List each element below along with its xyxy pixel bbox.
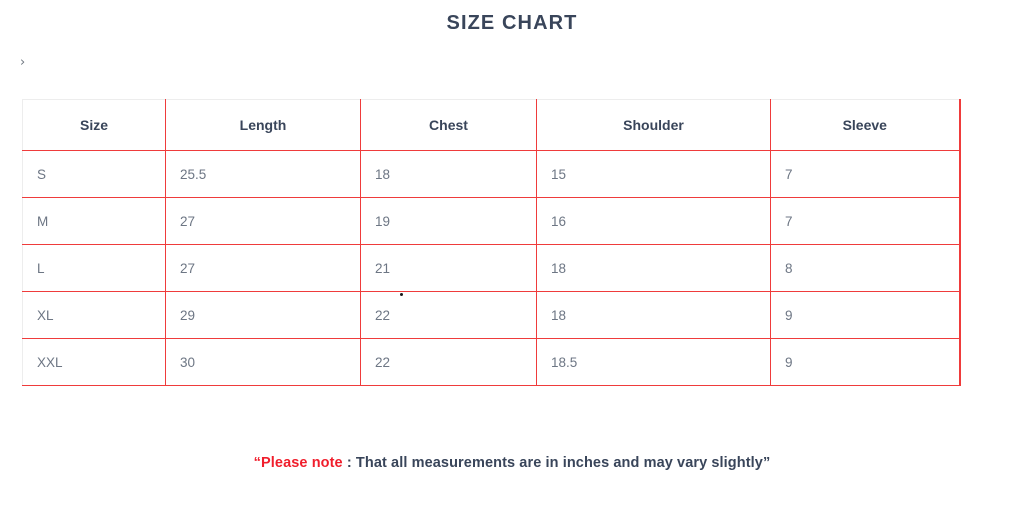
page-title: SIZE CHART <box>446 12 578 34</box>
cell-size: S <box>22 150 166 198</box>
table-row: XL 29 22 18 9 <box>22 291 961 339</box>
cell-chest: 22 <box>360 338 537 386</box>
cell-size: XXL <box>22 338 166 386</box>
cell-sleeve: 9 <box>770 338 961 386</box>
column-header-size: Size <box>22 99 166 151</box>
cell-sleeve: 8 <box>770 244 961 292</box>
cell-length: 27 <box>165 244 361 292</box>
cell-sleeve: 9 <box>770 291 961 339</box>
size-chart-page: SIZE CHART › Size Length Chest Shoulder … <box>0 0 1024 505</box>
cell-length: 30 <box>165 338 361 386</box>
note-emphasis: Please note <box>261 455 343 471</box>
note-body: : That all measurements are in inches an… <box>342 455 763 471</box>
cell-size: M <box>22 197 166 245</box>
cell-chest: 19 <box>360 197 537 245</box>
note-close-quote: ” <box>762 455 771 471</box>
cell-shoulder: 18 <box>536 244 771 292</box>
cell-chest: 18 <box>360 150 537 198</box>
column-header-sleeve: Sleeve <box>770 99 961 151</box>
size-chart-table: Size Length Chest Shoulder Sleeve S 25.5… <box>22 99 961 386</box>
cursor-pointer-dot <box>400 293 403 296</box>
table-row: S 25.5 18 15 7 <box>22 150 961 198</box>
chevron-right-icon[interactable]: › <box>20 56 25 69</box>
note-open-quote: “ <box>253 455 262 471</box>
table-row: XXL 30 22 18.5 9 <box>22 338 961 386</box>
cell-shoulder: 18.5 <box>536 338 771 386</box>
cell-length: 29 <box>165 291 361 339</box>
cell-length: 25.5 <box>165 150 361 198</box>
cell-shoulder: 18 <box>536 291 771 339</box>
cell-size: XL <box>22 291 166 339</box>
measurement-note: “Please note : That all measurements are… <box>0 455 1024 471</box>
table-row: M 27 19 16 7 <box>22 197 961 245</box>
table-body: S 25.5 18 15 7 M 27 19 16 7 L 27 21 18 8… <box>22 150 961 386</box>
column-header-chest: Chest <box>360 99 537 151</box>
cell-shoulder: 15 <box>536 150 771 198</box>
cell-size: L <box>22 244 166 292</box>
column-header-length: Length <box>165 99 361 151</box>
table-header: Size Length Chest Shoulder Sleeve <box>22 99 961 151</box>
cell-chest: 22 <box>360 291 537 339</box>
column-header-shoulder: Shoulder <box>536 99 771 151</box>
table-header-row: Size Length Chest Shoulder Sleeve <box>22 99 961 151</box>
cell-sleeve: 7 <box>770 197 961 245</box>
cell-chest: 21 <box>360 244 537 292</box>
table-row: L 27 21 18 8 <box>22 244 961 292</box>
cell-shoulder: 16 <box>536 197 771 245</box>
cell-sleeve: 7 <box>770 150 961 198</box>
cell-length: 27 <box>165 197 361 245</box>
size-chart-table-wrapper: Size Length Chest Shoulder Sleeve S 25.5… <box>22 99 961 386</box>
